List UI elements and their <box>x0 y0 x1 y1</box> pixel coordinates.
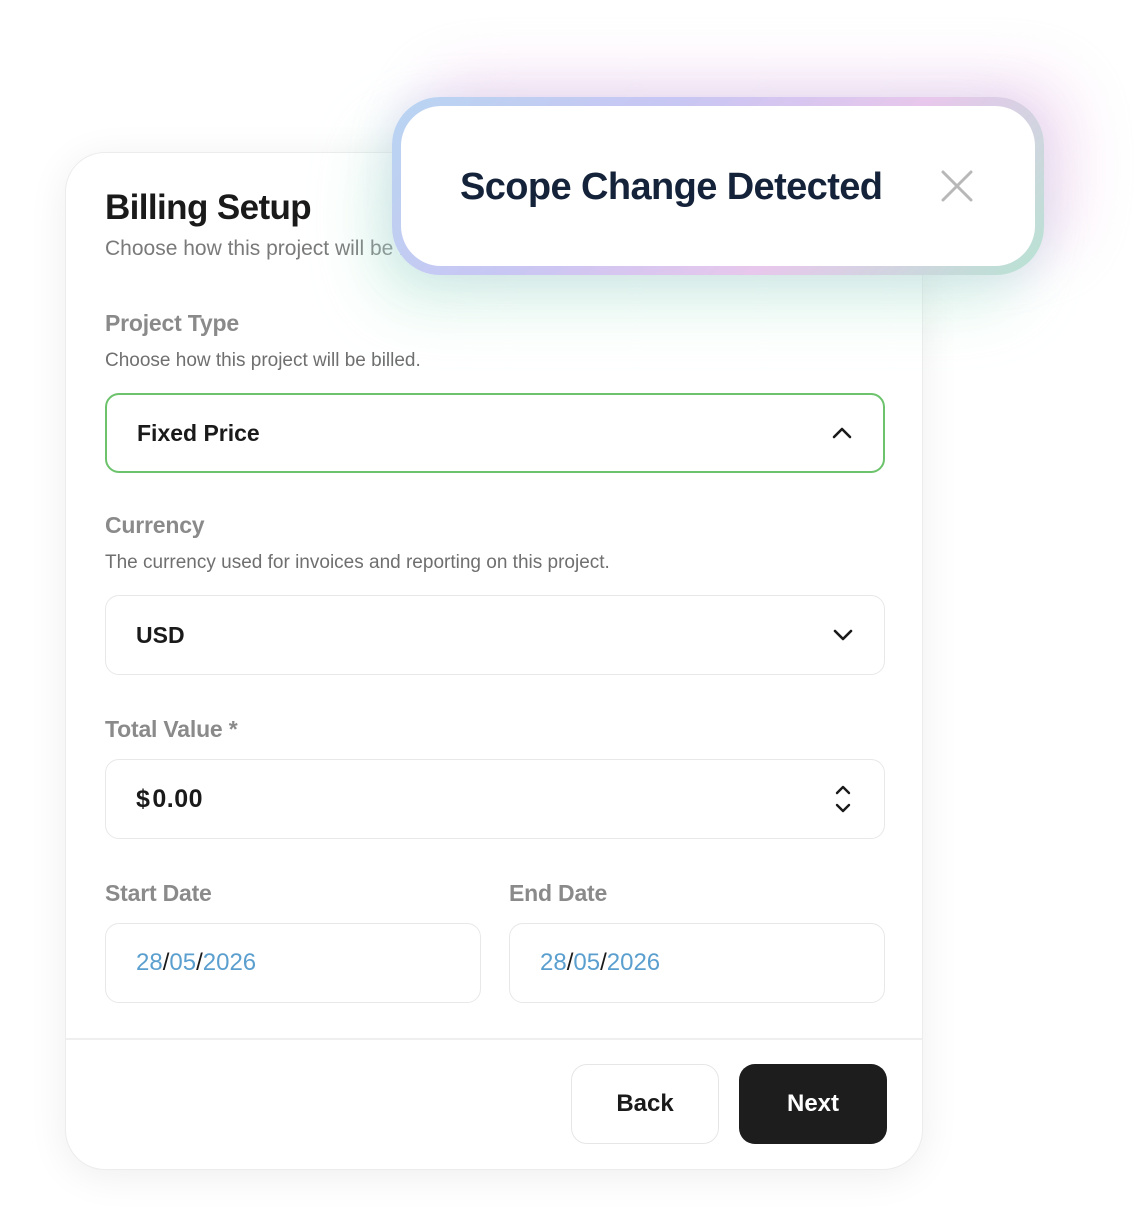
chevron-up-icon <box>831 422 853 444</box>
billing-setup-card: Billing Setup Choose how this project wi… <box>65 152 923 1170</box>
start-date-year: 2026 <box>202 949 257 976</box>
project-type-help: Choose how this project will be billed. <box>105 350 421 371</box>
start-date-value: 28/05/2026 <box>136 949 450 977</box>
end-date-month: 05 <box>573 949 601 976</box>
back-button[interactable]: Back <box>571 1064 719 1144</box>
total-value-label: Total Value * <box>105 716 238 742</box>
start-date-month: 05 <box>169 949 197 976</box>
end-date-input[interactable]: 28/05/2026 <box>509 923 885 1003</box>
close-icon[interactable] <box>938 167 976 205</box>
date-separator: / <box>600 949 607 976</box>
amount-value: 0.00 <box>152 784 204 813</box>
end-date-year: 2026 <box>606 949 661 976</box>
currency-value: USD <box>136 621 185 648</box>
start-date-day: 28 <box>136 949 163 976</box>
currency-select[interactable]: USD <box>105 595 885 675</box>
start-date-input[interactable]: 28/05/2026 <box>105 923 481 1003</box>
scope-change-toast: Scope Change Detected <box>401 106 1035 266</box>
total-value-amount: $0.00 <box>136 785 832 814</box>
project-type-select[interactable]: Fixed Price <box>105 393 885 473</box>
chevron-down-icon <box>832 624 854 646</box>
project-type-label: Project Type <box>105 310 239 336</box>
card-title: Billing Setup <box>105 188 312 227</box>
footer-divider <box>66 1038 922 1040</box>
next-button[interactable]: Next <box>739 1064 887 1144</box>
total-value-input[interactable]: $0.00 <box>105 759 885 839</box>
currency-symbol: $ <box>136 784 151 813</box>
end-date-day: 28 <box>540 949 567 976</box>
toast-title: Scope Change Detected <box>460 166 883 208</box>
project-type-value: Fixed Price <box>137 419 260 446</box>
end-date-label: End Date <box>509 880 608 906</box>
start-date-label: Start Date <box>105 880 212 906</box>
end-date-value: 28/05/2026 <box>540 949 854 977</box>
date-separator: / <box>196 949 203 976</box>
stepper-icon[interactable] <box>832 782 854 816</box>
currency-help: The currency used for invoices and repor… <box>105 552 610 573</box>
currency-label: Currency <box>105 512 205 538</box>
